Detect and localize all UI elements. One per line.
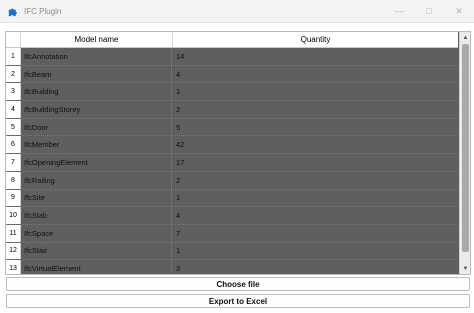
table-row[interactable]: 4 IfcBuildingStorey 2 [6, 101, 458, 119]
quantity-cell[interactable]: 42 [173, 136, 458, 153]
quantity-cell[interactable]: 3 [173, 260, 458, 274]
row-header[interactable]: 6 [6, 136, 21, 154]
quantity-cell[interactable]: 1 [173, 190, 458, 207]
model-name-cell[interactable]: IfcAnnotation [21, 48, 172, 65]
table-row[interactable]: 3 IfcBuilding 1 [6, 83, 458, 102]
table-row[interactable]: 7 IfcOpeningElement 17 [6, 154, 458, 172]
table-row[interactable]: 11 IfcSpace 7 [6, 224, 458, 243]
model-name-cell[interactable]: IfcDoor [21, 118, 172, 136]
quantity-cell[interactable]: 5 [173, 119, 458, 136]
row-header[interactable]: 7 [6, 154, 21, 171]
quantity-cell[interactable]: 4 [173, 66, 458, 83]
row-header[interactable]: 1 [6, 48, 21, 65]
quantity-cell[interactable]: 1 [173, 83, 458, 100]
row-header[interactable]: 11 [6, 224, 21, 242]
table-header: Model name Quantity [6, 32, 458, 48]
table-row[interactable]: 6 IfcMember 42 [6, 136, 458, 155]
row-header[interactable]: 4 [6, 101, 21, 118]
model-name-cell[interactable]: IfcStair [21, 242, 172, 260]
choose-file-button[interactable]: Choose file [6, 277, 470, 291]
row-header[interactable]: 8 [6, 171, 21, 189]
model-name-cell[interactable]: IfcBuilding [21, 83, 172, 101]
quantity-cell[interactable]: 4 [173, 207, 458, 224]
close-icon[interactable]: ✕ [444, 0, 474, 22]
window-title: IFC Plugin [24, 6, 62, 16]
model-name-cell[interactable]: IfcVirtualElement [21, 260, 172, 274]
table-body: 1 IfcAnnotation 14 2 IfcBeam 4 3 IfcBuilding 1 4 I… [6, 48, 458, 274]
table-row[interactable]: 12 IfcStair 1 [6, 242, 458, 261]
model-name-cell[interactable]: IfcSite [21, 189, 172, 207]
table-row[interactable]: 2 IfcBeam 4 [6, 65, 458, 84]
table-row[interactable]: 5 IfcDoor 5 [6, 118, 458, 137]
row-header[interactable]: 2 [6, 65, 21, 83]
table-row[interactable]: 13 IfcVirtualElement 3 [6, 260, 458, 274]
scroll-down-icon[interactable]: ▼ [460, 263, 470, 274]
export-to-excel-button[interactable]: Export to Excel [6, 294, 470, 308]
title-bar: IFC Plugin — □ ✕ [0, 0, 474, 23]
scrollbar-thumb[interactable] [462, 44, 469, 252]
scroll-up-icon[interactable]: ▲ [460, 32, 470, 43]
table-row[interactable]: 9 IfcSite 1 [6, 189, 458, 208]
column-header-quantity[interactable]: Quantity [173, 32, 458, 47]
vertical-scrollbar[interactable]: ▲ ▼ [459, 32, 470, 274]
model-name-cell[interactable]: IfcBuildingStorey [21, 101, 172, 118]
quantity-cell[interactable]: 7 [173, 225, 458, 242]
quantity-cell[interactable]: 2 [173, 101, 458, 118]
model-name-cell[interactable]: IfcMember [21, 136, 172, 154]
model-name-cell[interactable]: IfcBeam [21, 65, 172, 83]
row-header[interactable]: 3 [6, 83, 21, 101]
table-row[interactable]: 1 IfcAnnotation 14 [6, 48, 458, 66]
model-name-cell[interactable]: IfcOpeningElement [21, 154, 172, 171]
row-header[interactable]: 10 [6, 207, 21, 224]
row-header[interactable]: 9 [6, 189, 21, 207]
quantity-cell[interactable]: 14 [173, 48, 458, 65]
model-table[interactable]: Model name Quantity 1 IfcAnnotation 14 2 Ifc… [5, 31, 471, 275]
model-name-cell[interactable]: IfcSlab [21, 207, 172, 224]
minimize-icon[interactable]: — [384, 0, 414, 22]
model-name-cell[interactable]: IfcSpace [21, 224, 172, 242]
quantity-cell[interactable]: 17 [173, 154, 458, 171]
column-header-model-name[interactable]: Model name [21, 32, 173, 47]
quantity-cell[interactable]: 2 [173, 172, 458, 189]
table-row[interactable]: 10 IfcSlab 4 [6, 207, 458, 225]
maximize-icon[interactable]: □ [414, 0, 444, 22]
quantity-cell[interactable]: 1 [173, 243, 458, 260]
row-header[interactable]: 5 [6, 118, 21, 136]
table-row[interactable]: 8 IfcRailing 2 [6, 171, 458, 190]
row-header[interactable]: 13 [6, 260, 21, 274]
row-header[interactable]: 12 [6, 242, 21, 260]
corner-button[interactable] [6, 32, 21, 47]
model-name-cell[interactable]: IfcRailing [21, 171, 172, 189]
puzzle-icon [6, 5, 18, 17]
